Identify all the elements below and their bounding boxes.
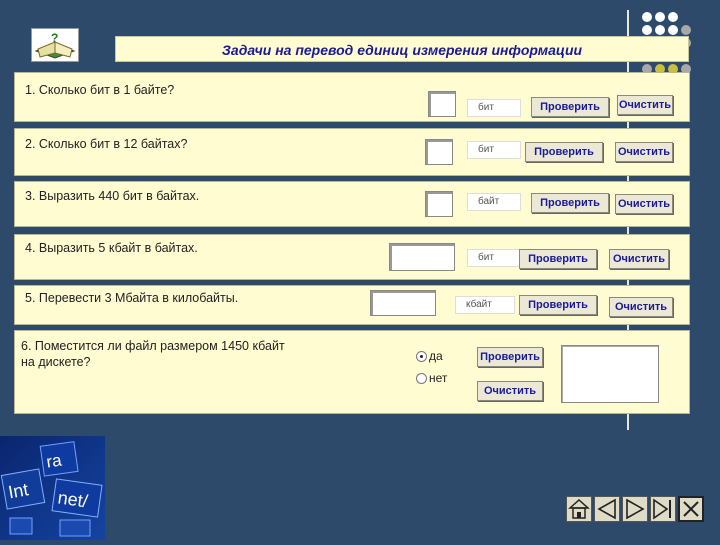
prev-icon[interactable] (594, 496, 620, 522)
answer-input-1[interactable] (428, 91, 456, 117)
internet-decor-image: ra Int net/ (0, 436, 105, 540)
answer-input-4[interactable] (389, 243, 455, 271)
question-text: 6. Поместится ли файл размером 1450 кбай… (21, 339, 285, 353)
question-panel-4: 4. Выразить 5 кбайт в байтах. бит Провер… (14, 234, 690, 280)
home-icon[interactable] (566, 496, 592, 522)
question-text-line2: на дискете? (21, 355, 91, 369)
radio-yes[interactable] (416, 351, 427, 362)
clear-button-3[interactable]: Очистить (615, 194, 673, 214)
radio-no[interactable] (416, 373, 427, 384)
unit-label: байт (467, 193, 521, 211)
page-title: Задачи на перевод единиц измерения инфор… (115, 36, 689, 62)
check-button-3[interactable]: Проверить (531, 193, 609, 213)
check-button-6[interactable]: Проверить (477, 347, 543, 367)
check-button-2[interactable]: Проверить (525, 142, 603, 162)
question-text: 3. Выразить 440 бит в байтах. (25, 189, 200, 203)
decor-text-c: net/ (57, 487, 90, 511)
question-panel-1: 1. Сколько бит в 1 байте? бит Проверить … (14, 72, 690, 122)
clear-button-1[interactable]: Очистить (617, 95, 673, 115)
check-button-5[interactable]: Проверить (519, 295, 597, 315)
question-panel-2: 2. Сколько бит в 12 байтах? бит Проверит… (14, 128, 690, 176)
unit-label: бит (467, 141, 521, 159)
radio-no-label: нет (429, 371, 448, 385)
question-panel-3: 3. Выразить 440 бит в байтах. байт Прове… (14, 181, 690, 227)
unit-label: бит (467, 99, 521, 117)
clear-button-4[interactable]: Очистить (609, 249, 669, 269)
answer-input-5[interactable] (370, 290, 436, 316)
clear-button-2[interactable]: Очистить (615, 142, 673, 162)
question-panel-5: 5. Перевести 3 Мбайта в килобайты. кбайт… (14, 285, 690, 325)
question-text: 5. Перевести 3 Мбайта в килобайты. (25, 291, 239, 305)
check-button-4[interactable]: Проверить (519, 249, 597, 269)
close-icon[interactable] (678, 496, 704, 522)
clear-button-6[interactable]: Очистить (477, 381, 543, 401)
clear-button-5[interactable]: Очистить (609, 297, 673, 317)
next-icon[interactable] (622, 496, 648, 522)
last-slide-icon[interactable] (650, 496, 676, 522)
question-text: 2. Сколько бит в 12 байтах? (25, 137, 188, 151)
unit-label: кбайт (455, 296, 515, 314)
question-panel-6: 6. Поместится ли файл размером 1450 кбай… (14, 330, 690, 414)
answer-input-2[interactable] (425, 139, 453, 165)
result-box (561, 345, 659, 403)
question-text: 1. Сколько бит в 1 байте? (25, 83, 175, 97)
svg-text:?: ? (51, 31, 58, 45)
check-button-1[interactable]: Проверить (531, 97, 609, 117)
question-text: 4. Выразить 5 кбайт в байтах. (25, 241, 198, 255)
radio-yes-label: да (429, 349, 443, 363)
decor-text-b: Int (7, 479, 30, 502)
book-logo-icon: ? (31, 28, 79, 62)
answer-input-3[interactable] (425, 191, 453, 217)
unit-label: бит (467, 249, 521, 267)
